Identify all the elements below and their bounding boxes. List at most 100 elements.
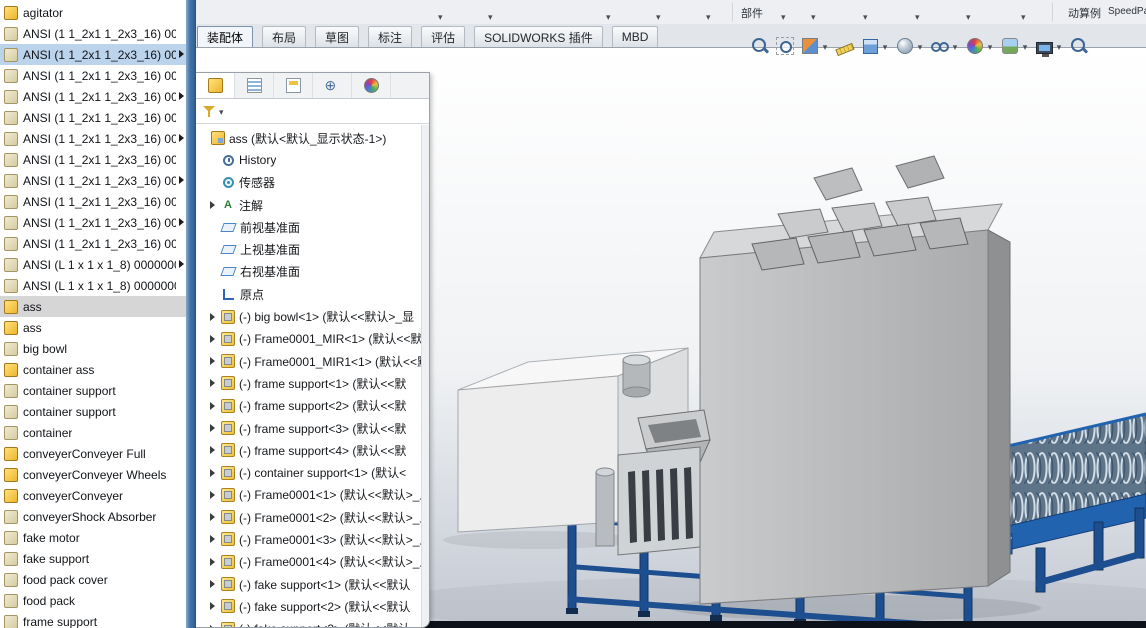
expand-arrow-icon[interactable]	[210, 513, 215, 521]
feature-tree-item[interactable]: (-) frame support<2> (默认<<默	[196, 395, 421, 417]
file-list-item[interactable]: ANSI (1 1_2x1 1_2x3_16) 0000	[0, 212, 186, 233]
speedpak-button-label[interactable]: SpeedPak	[1108, 6, 1146, 17]
file-list-item[interactable]: fake support	[0, 548, 186, 569]
dropdown-arrow-icon[interactable]	[656, 7, 666, 19]
dropdown-arrow-icon[interactable]	[219, 102, 224, 120]
feature-tree-item[interactable]: History	[196, 149, 421, 171]
feature-tree-item[interactable]: (-) fake support<3> (默认<<默认	[196, 618, 421, 627]
ribbon-tab[interactable]: 草图	[315, 26, 359, 47]
file-list-item[interactable]: fake motor	[0, 527, 186, 548]
file-list-item[interactable]: ass	[0, 317, 186, 338]
dropdown-arrow-icon[interactable]	[915, 7, 925, 19]
expand-marker-icon[interactable]	[179, 92, 184, 100]
file-list-item[interactable]: ANSI (1 1_2x1 1_2x3_16) 0000	[0, 170, 186, 191]
expand-arrow-icon[interactable]	[210, 335, 215, 343]
expand-arrow-icon[interactable]	[210, 535, 215, 543]
manager-tab[interactable]	[274, 73, 313, 98]
file-list-item[interactable]: conveyerShock Absorber	[0, 506, 186, 527]
dropdown-arrow-icon[interactable]	[781, 7, 791, 19]
file-list-item[interactable]: container ass	[0, 359, 186, 380]
feature-tree-item[interactable]: (-) fake support<2> (默认<<默认	[196, 595, 421, 617]
file-list-item[interactable]: ANSI (1 1_2x1 1_2x3_16) 0000	[0, 65, 186, 86]
file-list-item[interactable]: conveyerConveyer Wheels	[0, 464, 186, 485]
hud-button[interactable]	[775, 36, 795, 56]
dropdown-arrow-icon[interactable]	[1020, 37, 1030, 55]
file-list-item[interactable]: food pack cover	[0, 569, 186, 590]
feature-tree-item[interactable]: (-) frame support<4> (默认<<默	[196, 439, 421, 461]
file-list-item[interactable]: container	[0, 422, 186, 443]
feature-tree-item[interactable]: (-) container support<1> (默认<	[196, 461, 421, 483]
panel-splitter[interactable]	[186, 0, 196, 628]
expand-marker-icon[interactable]	[179, 260, 184, 268]
file-list-item[interactable]: ANSI (L 1 x 1 x 1_8) 00000005	[0, 254, 186, 275]
insert-components-button-label[interactable]: 部件	[741, 5, 763, 21]
file-list-item[interactable]: food pack	[0, 590, 186, 611]
dropdown-arrow-icon[interactable]	[820, 37, 830, 55]
expand-arrow-icon[interactable]	[210, 379, 215, 387]
file-list-item[interactable]: ANSI (1 1_2x1 1_2x3_16) 0000	[0, 128, 186, 149]
ribbon-tab[interactable]: 装配体	[197, 26, 253, 47]
expand-marker-icon[interactable]	[179, 218, 184, 226]
feature-tree-item[interactable]: ass (默认<默认_显示状态-1>)	[196, 127, 421, 149]
file-list-item[interactable]: ANSI (1 1_2x1 1_2x3_16) 0000	[0, 86, 186, 107]
file-list-item[interactable]: ass	[0, 296, 186, 317]
file-list-item[interactable]: container support	[0, 401, 186, 422]
ribbon-tab[interactable]: 布局	[262, 26, 306, 47]
expand-marker-icon[interactable]	[179, 50, 184, 58]
feature-tree-item[interactable]: (-) frame support<3> (默认<<默	[196, 417, 421, 439]
file-list-item[interactable]: ANSI (L 1 x 1 x 1_8) 00000006	[0, 275, 186, 296]
manager-tab[interactable]	[196, 73, 235, 98]
hud-button[interactable]	[1069, 36, 1089, 56]
dropdown-arrow-icon[interactable]	[438, 7, 448, 19]
dropdown-arrow-icon[interactable]	[950, 37, 960, 55]
hud-button[interactable]	[750, 36, 770, 56]
expand-arrow-icon[interactable]	[210, 201, 215, 209]
expand-arrow-icon[interactable]	[210, 313, 215, 321]
dropdown-arrow-icon[interactable]	[1021, 7, 1031, 19]
dropdown-arrow-icon[interactable]	[985, 37, 995, 55]
ribbon-tab[interactable]: MBD	[612, 26, 659, 47]
expand-arrow-icon[interactable]	[210, 558, 215, 566]
dropdown-arrow-icon[interactable]	[811, 7, 821, 19]
file-list-item[interactable]: agitator	[0, 2, 186, 23]
feature-tree-item[interactable]: 原点	[196, 283, 421, 305]
tree-scrollbar[interactable]	[421, 125, 429, 627]
ribbon-tab[interactable]: SOLIDWORKS 插件	[474, 26, 603, 47]
feature-tree-item[interactable]: (-) Frame0001<4> (默认<<默认>_显	[196, 551, 421, 573]
file-list-item[interactable]: ANSI (1 1_2x1 1_2x3_16) 0000	[0, 44, 186, 65]
manager-tab[interactable]	[313, 73, 352, 98]
file-list-item[interactable]: big bowl	[0, 338, 186, 359]
file-list-item[interactable]: ANSI (1 1_2x1 1_2x3_16) 0000	[0, 23, 186, 44]
feature-tree-item[interactable]: 右视基准面	[196, 261, 421, 283]
feature-tree-item[interactable]: (-) Frame0001_MIR1<1> (默认<<默	[196, 350, 421, 372]
feature-tree-item[interactable]: 注解	[196, 194, 421, 216]
expand-arrow-icon[interactable]	[210, 402, 215, 410]
filter-funnel-icon[interactable]	[203, 105, 216, 118]
manager-tab[interactable]	[352, 73, 391, 98]
expand-arrow-icon[interactable]	[210, 446, 215, 454]
expand-arrow-icon[interactable]	[210, 625, 215, 627]
feature-tree-item[interactable]: (-) Frame0001<2> (默认<<默认>_显	[196, 506, 421, 528]
hud-button[interactable]	[965, 36, 995, 56]
dropdown-arrow-icon[interactable]	[488, 7, 498, 19]
feature-tree-item[interactable]: (-) Frame0001_MIR<1> (默认<<默	[196, 328, 421, 350]
feature-tree-item[interactable]: (-) big bowl<1> (默认<<默认>_显	[196, 305, 421, 327]
dropdown-arrow-icon[interactable]	[1054, 37, 1064, 55]
file-list-item[interactable]: ANSI (1 1_2x1 1_2x3_16) 0000	[0, 233, 186, 254]
expand-arrow-icon[interactable]	[210, 580, 215, 588]
dropdown-arrow-icon[interactable]	[863, 7, 873, 19]
expand-arrow-icon[interactable]	[210, 602, 215, 610]
dropdown-arrow-icon[interactable]	[966, 7, 976, 19]
manager-tab[interactable]	[235, 73, 274, 98]
dropdown-arrow-icon[interactable]	[880, 37, 890, 55]
expand-marker-icon[interactable]	[179, 176, 184, 184]
feature-tree-item[interactable]: (-) frame support<1> (默认<<默	[196, 372, 421, 394]
dropdown-arrow-icon[interactable]	[706, 7, 716, 19]
ribbon-tab[interactable]: 标注	[368, 26, 412, 47]
hud-button[interactable]	[800, 36, 830, 56]
hud-button[interactable]	[930, 36, 960, 56]
feature-tree-item[interactable]: (-) Frame0001<1> (默认<<默认>_显	[196, 484, 421, 506]
ribbon-tab[interactable]: 评估	[421, 26, 465, 47]
motion-study-button-label[interactable]: 动算例	[1068, 5, 1101, 21]
expand-marker-icon[interactable]	[179, 134, 184, 142]
